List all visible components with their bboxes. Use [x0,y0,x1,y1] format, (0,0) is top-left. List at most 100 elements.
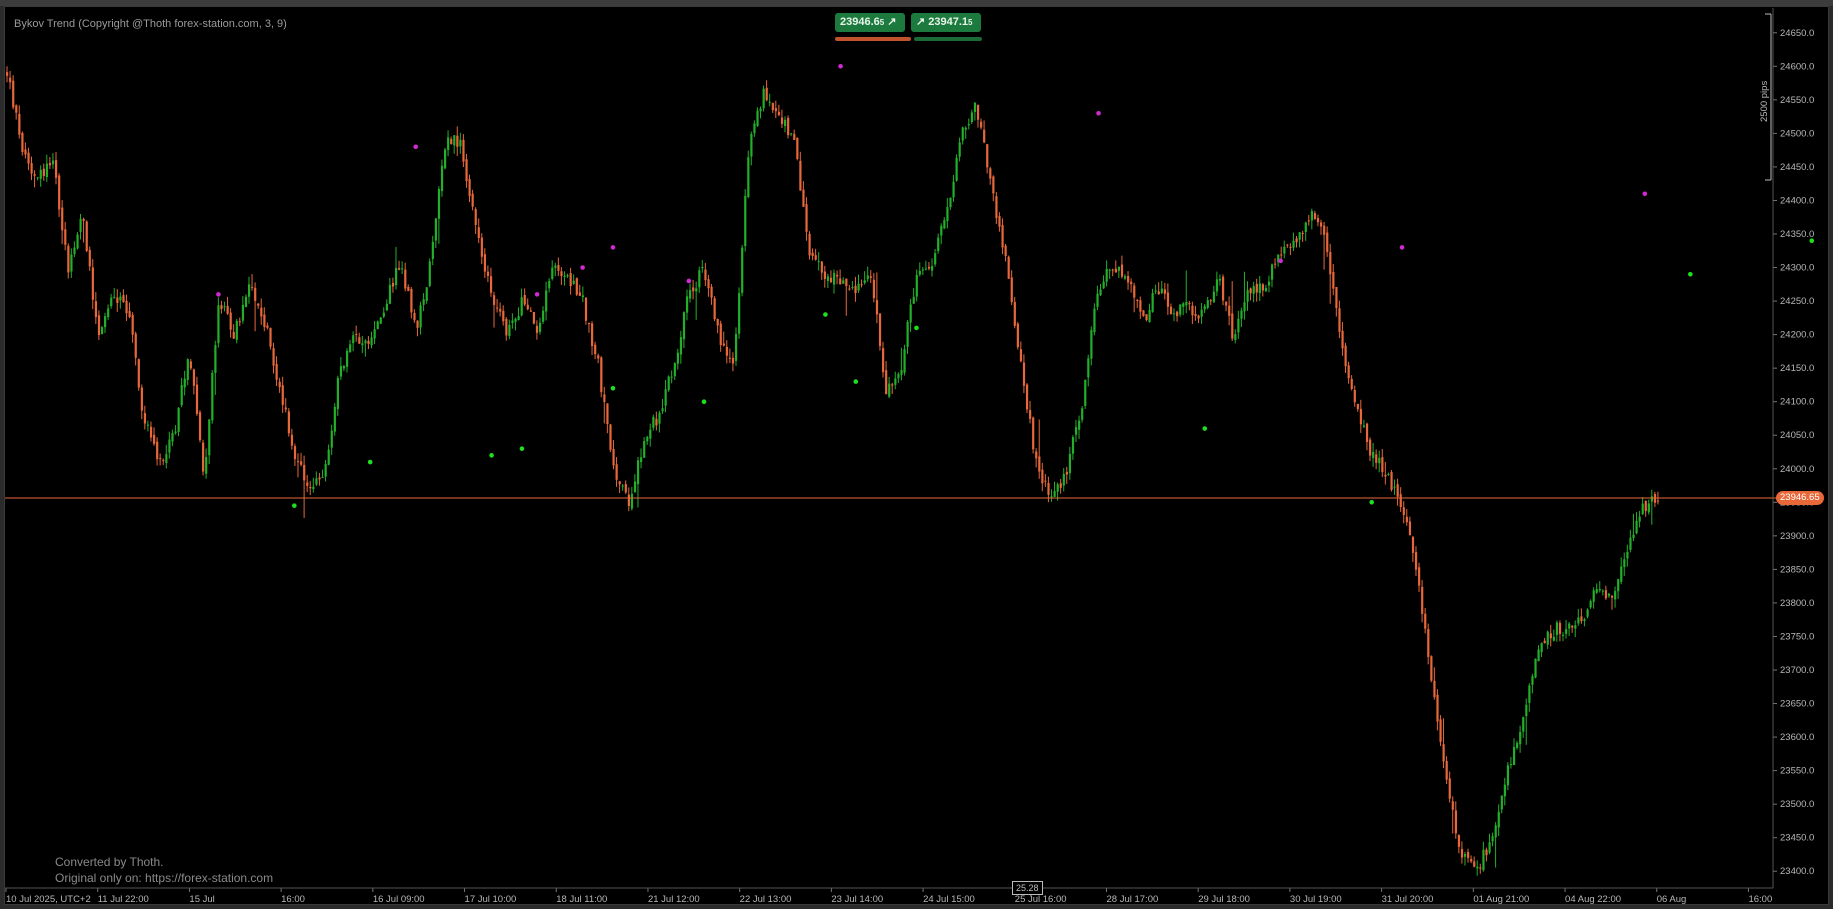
bull-candle [934,253,937,265]
bear-candle [413,312,416,321]
time-tick-label: 25 Jul 16:00 [1015,894,1067,905]
bull-candle [673,363,676,377]
time-tick-label: 10 Jul 2025, UTC+2 [6,894,91,905]
bull-candle [918,270,921,275]
price-axis: 24650.0 24600.0 24550.0 24500.0 24450.0 24400… [1773,28,1814,877]
bear-candle [1460,849,1464,858]
bull-candle [1629,537,1632,550]
bear-candle [502,310,505,322]
time-tick-label: 29 Jul 18:00 [1198,894,1250,905]
bear-candle [1169,306,1173,315]
bear-candle [1402,507,1405,515]
bear-candle [67,245,70,273]
bear-candle [1329,251,1332,275]
bear-candle [854,285,857,294]
bear-candle [1430,656,1433,681]
time-tick-label: 16:00 [1748,894,1772,905]
bear-candle [125,300,128,314]
bull-candle [1117,266,1121,271]
bear-candle [1286,244,1289,246]
buy-signal-dot [367,459,373,465]
bear-candle [799,160,802,191]
bull-candle [1090,329,1093,359]
bull-candle [342,366,346,369]
price-chart[interactable]: 24650.0 24600.0 24550.0 24500.0 24450.0 24400… [0,0,1833,909]
bear-candle [569,273,572,287]
bear-candle [1139,300,1142,312]
bear-candle [33,174,36,176]
buy-signal-dot [823,312,828,317]
bull-candle [1071,437,1075,454]
bull-candle [440,165,444,192]
bull-candle [888,383,891,397]
sell-signal-dot [534,292,540,297]
bull-candle [45,163,49,178]
bull-candle [1074,427,1078,435]
bull-candle [676,352,679,364]
bear-candle [523,295,526,305]
bear-candle [1610,595,1614,598]
bear-candle [597,355,600,359]
bid-price-chip[interactable]: 23946.65 ↗ [835,13,905,32]
bull-candle [113,296,116,299]
time-tick-label: 11 Jul 22:00 [98,894,149,905]
bear-candle [983,129,986,143]
bear-candle [532,312,536,324]
bull-candle [900,370,903,375]
bid-price-value: 23946.6 [840,16,880,28]
bull-candle [863,280,866,284]
bear-candle [1044,480,1047,482]
bear-candle [266,325,269,328]
bull-candle [943,220,946,229]
bull-candle [1552,636,1555,641]
bull-candle [211,372,214,421]
bear-candle [716,318,719,326]
bull-candle [646,436,649,442]
bear-candle [300,461,303,465]
bear-candle [358,337,361,344]
bull-candle [76,234,79,249]
price-tick-label: 24350.0 [1780,229,1814,240]
bear-candle [1356,403,1359,410]
bear-candle [27,152,30,164]
bull-candle [961,127,964,141]
bull-candle [508,324,511,337]
bull-candle [1540,642,1543,653]
time-tick-label: 18 Jul 11:00 [556,894,607,905]
bid-strength-bar [835,37,911,41]
bull-candle [205,456,208,474]
bull-candle [1614,591,1617,600]
bear-candle [878,313,882,347]
bull-candle [1537,649,1540,662]
bear-candle [989,168,992,179]
bull-candle [643,441,646,458]
bull-candle [110,297,113,307]
bull-candle [1494,825,1497,838]
bull-candle [419,305,422,328]
bull-candle [520,297,523,316]
bull-candle [1561,634,1565,636]
crosshair-time-label: 25.28 [1012,881,1043,895]
bear-candle [257,303,260,306]
bull-candle [1519,732,1522,745]
bear-candle [1335,287,1338,309]
ask-price-chip[interactable]: ↗ 23947.15 [911,13,981,32]
bear-candle [260,307,263,317]
price-tick-label: 24600.0 [1780,61,1814,72]
bear-candle [1038,456,1041,472]
bear-candle [450,139,453,144]
bear-candle [1016,323,1019,348]
bear-candle [829,277,833,283]
bear-candle [655,418,658,426]
bull-candle [670,376,673,378]
bull-candle [107,308,110,318]
bull-candle [973,102,977,113]
bear-candle [526,304,529,310]
bear-candle [882,348,885,373]
bull-candle [1516,742,1519,748]
bear-candle [30,163,33,174]
bear-candle [1231,313,1234,339]
bull-candle [1555,622,1559,635]
bull-candle [967,124,970,126]
bear-candle [309,487,312,489]
